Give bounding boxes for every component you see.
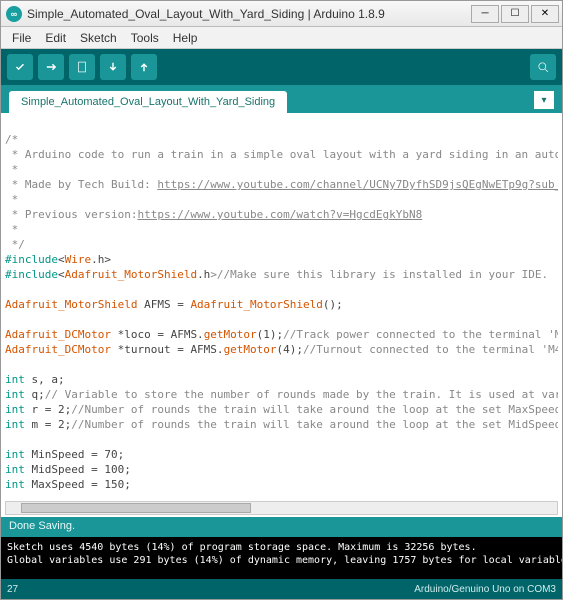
line-number: 27 (7, 584, 18, 595)
tab-menu-button[interactable]: ▾ (534, 91, 554, 109)
menubar: File Edit Sketch Tools Help (1, 27, 562, 49)
board-info: Arduino/Genuino Uno on COM3 (414, 584, 556, 595)
new-button[interactable] (69, 54, 95, 80)
footer-bar: 27 Arduino/Genuino Uno on COM3 (1, 579, 562, 599)
arduino-icon: ∞ (6, 6, 22, 22)
close-button[interactable]: ✕ (531, 5, 559, 23)
arduino-ide-window: ∞ Simple_Automated_Oval_Layout_With_Yard… (0, 0, 563, 600)
verify-button[interactable] (7, 54, 33, 80)
maximize-button[interactable]: ☐ (501, 5, 529, 23)
code-editor[interactable]: /* * Arduino code to run a train in a si… (1, 113, 562, 517)
open-button[interactable] (100, 54, 126, 80)
save-button[interactable] (131, 54, 157, 80)
titlebar[interactable]: ∞ Simple_Automated_Oval_Layout_With_Yard… (1, 1, 562, 27)
menu-tools[interactable]: Tools (124, 29, 166, 47)
window-title: Simple_Automated_Oval_Layout_With_Yard_S… (27, 7, 471, 21)
code-content[interactable]: /* * Arduino code to run a train in a si… (5, 117, 558, 499)
upload-button[interactable] (38, 54, 64, 80)
menu-sketch[interactable]: Sketch (73, 29, 124, 47)
horizontal-scrollbar[interactable] (5, 501, 558, 515)
serial-monitor-button[interactable] (530, 54, 556, 80)
output-console[interactable]: Sketch uses 4540 bytes (14%) of program … (1, 537, 562, 579)
minimize-button[interactable]: ─ (471, 5, 499, 23)
menu-edit[interactable]: Edit (38, 29, 73, 47)
sketch-tab[interactable]: Simple_Automated_Oval_Layout_With_Yard_S… (9, 91, 287, 113)
tabbar: Simple_Automated_Oval_Layout_With_Yard_S… (1, 85, 562, 113)
toolbar (1, 49, 562, 85)
status-bar: Done Saving. (1, 517, 562, 537)
scrollbar-thumb[interactable] (21, 503, 251, 513)
menu-help[interactable]: Help (166, 29, 205, 47)
menu-file[interactable]: File (5, 29, 38, 47)
